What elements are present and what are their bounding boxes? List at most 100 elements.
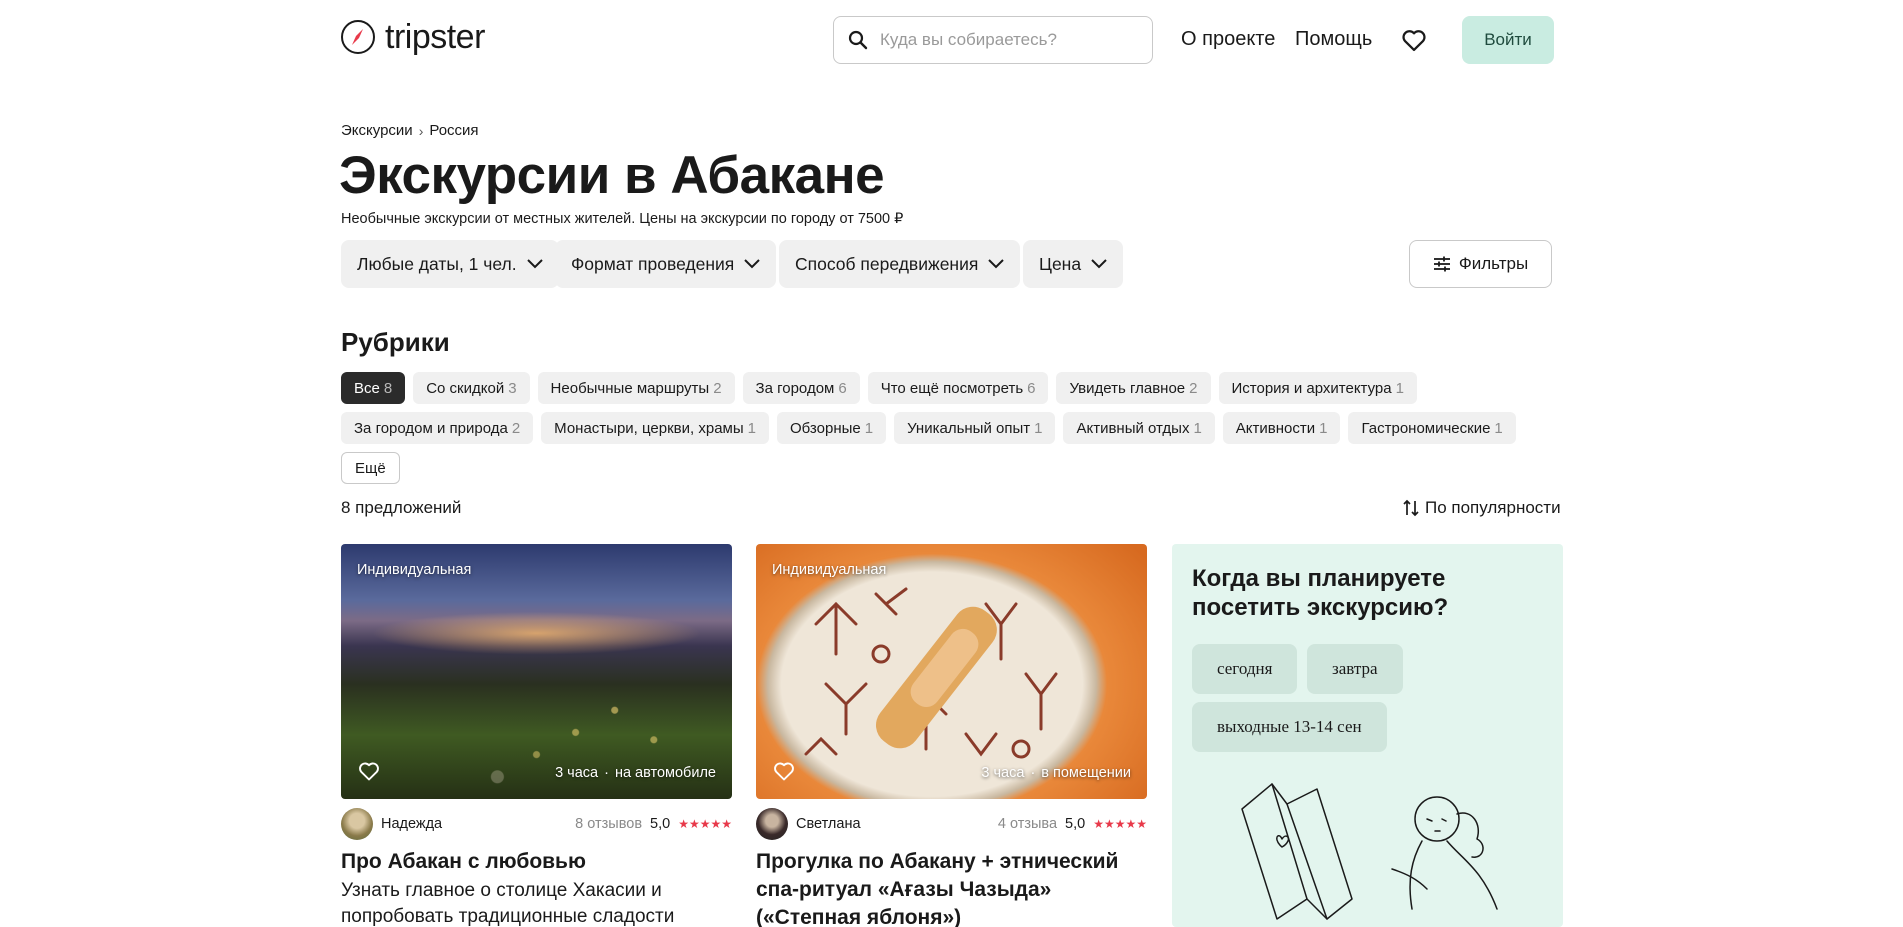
filters-label: Фильтры — [1458, 254, 1529, 273]
chip-out-of-town-nature[interactable]: За городом и природа 2 — [341, 412, 534, 444]
plan-date-widget: Когда вы планируете посетить экскурсию? … — [1172, 544, 1563, 927]
author-row: Светлана 4 отзыва 5,0 ★★★★★ — [756, 804, 1147, 844]
plan-today-button[interactable]: сегодня — [1192, 644, 1298, 694]
chip-history-architecture[interactable]: История и архитектура 1 — [1218, 372, 1417, 404]
chip-more-button[interactable]: Ещё — [341, 452, 400, 484]
stars-icon: ★★★★★ — [678, 817, 732, 831]
sort-control[interactable]: По популярности — [1403, 498, 1561, 518]
rating: 8 отзывов 5,0 ★★★★★ — [575, 816, 732, 832]
chip-count: 1 — [1193, 419, 1202, 437]
excursion-photo[interactable]: Индивидуальная 3 часа · на автомобиле — [341, 544, 732, 799]
chip-unusual-routes[interactable]: Необычные маршруты 2 — [537, 372, 735, 404]
author-name[interactable]: Надежда — [381, 816, 442, 832]
rubrics-title: Рубрики — [341, 327, 450, 357]
chip-overview[interactable]: Обзорные 1 — [777, 412, 887, 444]
chip-active-rest[interactable]: Активный отдых 1 — [1063, 412, 1215, 444]
filter-dates-dropdown[interactable]: Любые даты, 1 чел. — [341, 240, 559, 288]
card-title[interactable]: Про Абакан с любовью — [341, 848, 732, 876]
chevron-down-icon — [526, 259, 543, 269]
chip-out-of-town[interactable]: За городом 6 — [742, 372, 860, 404]
duration: 3 часа — [555, 765, 599, 781]
card-meta: 3 часа · в помещении — [981, 765, 1131, 781]
logo-text: tripster — [385, 18, 485, 56]
excursion-card[interactable]: Индивидуальная 3 часа · на автомобиле На… — [341, 544, 732, 927]
author-name[interactable]: Светлана — [796, 816, 861, 832]
chip-row: Все 8 Со скидкой 3 Необычные маршруты 2 За … — [341, 372, 1571, 404]
breadcrumb-item-russia[interactable]: Россия — [429, 122, 478, 139]
chip-label: Необычные маршруты — [550, 379, 710, 397]
search-input[interactable] — [880, 30, 1140, 50]
all-filters-button[interactable]: Фильтры — [1409, 240, 1552, 288]
login-button[interactable]: Войти — [1462, 16, 1554, 64]
chip-count: 8 — [383, 379, 393, 397]
chip-count: 2 — [1189, 379, 1198, 397]
chip-count: 1 — [747, 419, 756, 437]
filter-label: Формат проведения — [571, 253, 735, 274]
reviews-count[interactable]: 8 отзывов — [575, 816, 642, 832]
duration: 3 часа — [981, 765, 1025, 781]
chip-label: Уникальный опыт — [907, 419, 1031, 437]
ornament-pattern — [804, 587, 1058, 759]
reviews-count[interactable]: 4 отзыва — [998, 816, 1057, 832]
chip-count: 6 — [1027, 379, 1036, 397]
heart-icon[interactable] — [772, 759, 796, 783]
excursion-card[interactable]: Индивидуальная 3 часа · в помещении Свет… — [756, 544, 1147, 927]
author-row: Надежда 8 отзывов 5,0 ★★★★★ — [341, 804, 732, 844]
plan-weekend-button[interactable]: выходные 13-14 сен — [1192, 702, 1387, 752]
rating-value: 5,0 — [1065, 816, 1086, 832]
transport: на автомобиле — [614, 765, 716, 781]
plan-tomorrow-button[interactable]: завтра — [1307, 644, 1403, 694]
chip-discount[interactable]: Со скидкой 3 — [413, 372, 530, 404]
chip-label: Что ещё посмотреть — [880, 379, 1024, 397]
chip-monasteries[interactable]: Монастыри, церкви, храмы 1 — [541, 412, 769, 444]
logo[interactable]: tripster — [341, 20, 485, 54]
chip-label: Гастрономические — [1361, 419, 1491, 437]
chip-all[interactable]: Все 8 — [341, 372, 406, 404]
card-title[interactable]: Прогулка по Абакану + этнический спа-рит… — [756, 848, 1147, 927]
avatar[interactable] — [756, 808, 788, 840]
filter-format-dropdown[interactable]: Формат проведения — [555, 240, 777, 288]
rating: 4 отзыва 5,0 ★★★★★ — [998, 816, 1147, 832]
avatar[interactable] — [341, 808, 373, 840]
dot-separator: · — [604, 765, 609, 781]
format-badge: Индивидуальная — [772, 562, 887, 578]
chip-count: 1 — [1319, 419, 1328, 437]
filter-transport-dropdown[interactable]: Способ передвижения — [779, 240, 1021, 288]
filter-price-dropdown[interactable]: Цена — [1023, 240, 1124, 288]
filter-label: Любые даты, 1 чел. — [357, 253, 517, 274]
nav-about[interactable]: О проекте — [1181, 28, 1275, 51]
chevron-right-icon: › — [418, 122, 424, 139]
chip-label: Все — [354, 379, 380, 397]
compass-logo-icon — [341, 20, 375, 54]
chip-count: 6 — [838, 379, 847, 397]
chevron-down-icon — [744, 259, 760, 269]
header: tripster О проекте Помощь Войти — [0, 0, 1903, 80]
chip-count: 2 — [713, 379, 722, 397]
sort-label: По популярности — [1425, 498, 1561, 517]
chip-label: Монастыри, церкви, храмы — [554, 419, 744, 437]
chip-label: Активный отдых — [1076, 419, 1190, 437]
dot-separator: · — [1030, 765, 1036, 781]
chip-label: Со скидкой — [426, 379, 505, 397]
favorites-heart-icon[interactable] — [1400, 26, 1428, 54]
stars-icon: ★★★★★ — [1093, 817, 1147, 831]
chip-label: Обзорные — [790, 419, 861, 437]
chip-count: 1 — [1494, 419, 1503, 437]
plan-title: Когда вы планируете посетить экскурсию? — [1192, 565, 1449, 621]
rubrics-chips: Все 8 Со скидкой 3 Необычные маршруты 2 За … — [341, 372, 1571, 492]
chip-gastronomic[interactable]: Гастрономические 1 — [1348, 412, 1516, 444]
chip-unique-experience[interactable]: Уникальный опыт 1 — [894, 412, 1056, 444]
chip-count: 3 — [508, 379, 517, 397]
rating-value: 5,0 — [650, 816, 671, 832]
chip-what-else[interactable]: Что ещё посмотреть 6 — [867, 372, 1049, 404]
excursion-photo[interactable]: Индивидуальная 3 часа · в помещении — [756, 544, 1147, 799]
search-box[interactable] — [833, 16, 1153, 64]
search-icon — [848, 30, 868, 50]
nav-help[interactable]: Помощь — [1295, 28, 1372, 51]
page-title: Экскурсии в Абакане — [339, 146, 885, 205]
chip-main-sights[interactable]: Увидеть главное 2 — [1056, 372, 1211, 404]
filter-label: Способ передвижения — [795, 253, 979, 274]
breadcrumb-item-excursions[interactable]: Экскурсии — [341, 122, 413, 139]
chip-activities[interactable]: Активности 1 — [1222, 412, 1341, 444]
heart-icon[interactable] — [357, 759, 381, 783]
